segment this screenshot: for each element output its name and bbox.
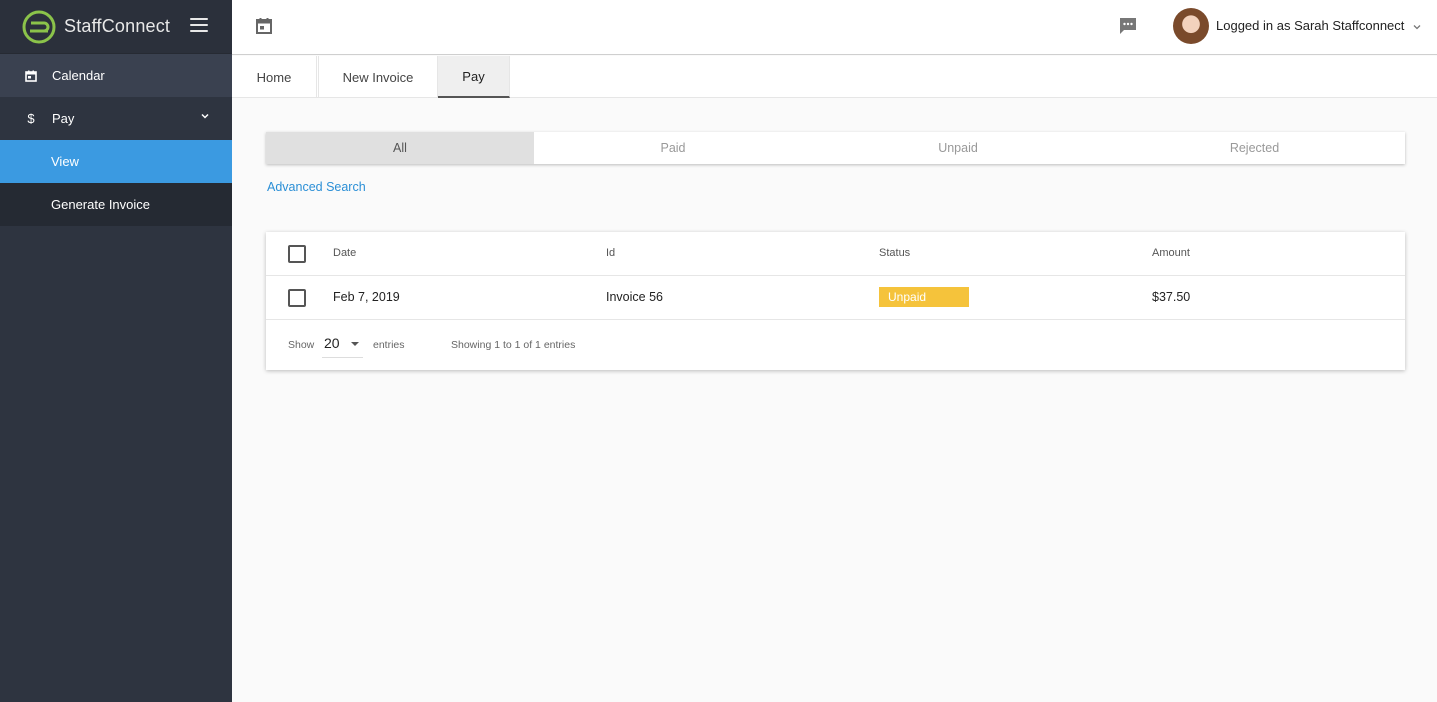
top-bar: Logged in as Sarah Staffconnect	[232, 0, 1437, 55]
table-header-row: Date Id Status Amount	[266, 232, 1405, 276]
menu-toggle-icon[interactable]	[190, 18, 208, 32]
filter-unpaid[interactable]: Unpaid	[812, 132, 1104, 164]
sidebar-item-label: Generate Invoice	[51, 197, 151, 212]
status-badge: Unpaid	[879, 287, 969, 307]
page-tabs: Home New Invoice Pay	[232, 56, 1437, 98]
dropdown-arrow-icon	[351, 342, 359, 346]
advanced-search-link[interactable]: Advanced Search	[267, 180, 366, 194]
tab-new-invoice[interactable]: New Invoice	[318, 56, 438, 98]
show-label: Show	[288, 339, 315, 351]
column-header-date[interactable]: Date	[333, 247, 356, 259]
calendar-icon[interactable]	[254, 16, 274, 36]
brand-name: StaffConnect	[64, 16, 171, 36]
sidebar-item-view[interactable]: View	[0, 140, 232, 183]
staffconnect-logo-icon	[22, 10, 56, 43]
column-header-id[interactable]: Id	[606, 247, 615, 259]
user-menu-label[interactable]: Logged in as Sarah Staffconnect	[1216, 18, 1404, 33]
filter-paid[interactable]: Paid	[534, 132, 812, 164]
row-checkbox[interactable]	[288, 289, 306, 307]
dollar-icon: $	[27, 111, 35, 126]
cell-date: Feb 7, 2019	[333, 290, 400, 304]
sidebar-item-pay[interactable]: $ Pay	[0, 97, 232, 140]
filter-rejected[interactable]: Rejected	[1104, 132, 1405, 164]
avatar[interactable]	[1173, 8, 1209, 44]
entries-label: entries	[373, 339, 405, 351]
sidebar-item-label: View	[51, 154, 79, 169]
sidebar-item-generate-invoice[interactable]: Generate Invoice	[0, 183, 232, 226]
column-header-status[interactable]: Status	[879, 247, 910, 259]
calendar-icon	[24, 70, 38, 82]
chevron-down-icon	[201, 113, 209, 119]
tab-pay[interactable]: Pay	[438, 56, 510, 98]
table-row[interactable]: Feb 7, 2019 Invoice 56 Unpaid $37.50	[266, 276, 1405, 320]
status-filter: All Paid Unpaid Rejected	[266, 132, 1405, 164]
page-size-value: 20	[324, 335, 340, 351]
chevron-down-icon[interactable]	[1412, 22, 1422, 32]
filter-all[interactable]: All	[266, 132, 534, 164]
sidebar-item-calendar[interactable]: Calendar	[0, 54, 232, 97]
brand-header: StaffConnect	[0, 0, 232, 54]
tab-home[interactable]: Home	[232, 56, 317, 98]
select-all-checkbox[interactable]	[288, 245, 306, 263]
invoice-table: Date Id Status Amount Feb 7, 2019 Invoic…	[266, 232, 1405, 370]
sidebar: StaffConnect Calendar $ Pay View Generat…	[0, 0, 232, 702]
pagination-info: Showing 1 to 1 of 1 entries	[451, 339, 576, 351]
cell-amount: $37.50	[1152, 290, 1191, 304]
cell-id: Invoice 56	[606, 290, 663, 304]
chat-icon[interactable]	[1118, 16, 1138, 36]
page-size-select[interactable]: 20	[322, 332, 363, 358]
sidebar-item-label: Calendar	[52, 68, 105, 83]
table-footer: Show 20 entries Showing 1 to 1 of 1 entr…	[266, 320, 1405, 370]
sidebar-item-label: Pay	[52, 111, 75, 126]
column-header-amount[interactable]: Amount	[1152, 247, 1190, 259]
